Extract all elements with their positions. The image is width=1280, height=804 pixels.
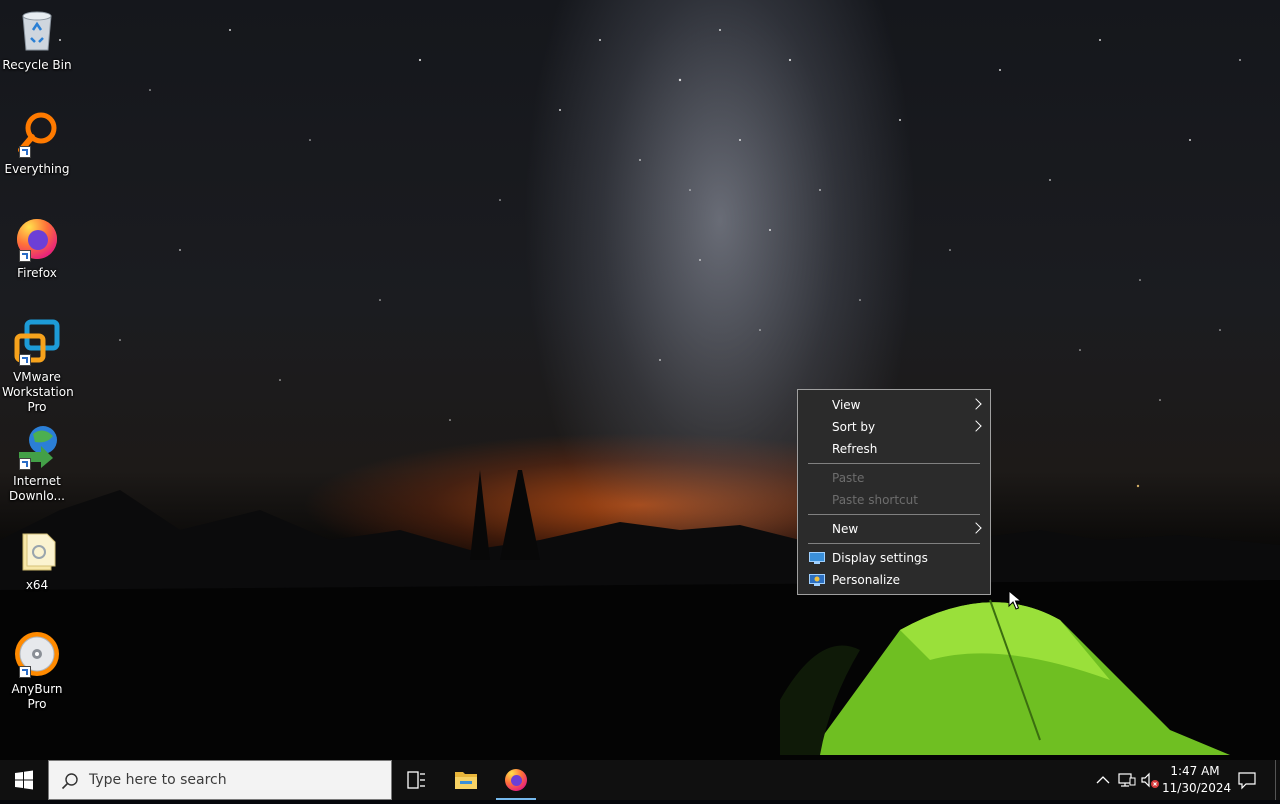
desktop-icon-label: AnyBurn Pro: [11, 682, 63, 711]
search-icon: [61, 773, 78, 790]
taskbar: Type here to search 1:47 AM 11/30/2024: [0, 760, 1280, 800]
clock-time: 1:47 AM: [1170, 764, 1220, 778]
menu-separator: [808, 543, 980, 544]
menu-item-new[interactable]: New: [798, 518, 990, 540]
file-explorer-button[interactable]: [442, 760, 490, 800]
menu-item-label: Sort by: [832, 420, 876, 434]
clock-date: 11/30/2024: [1162, 781, 1232, 795]
firefox-taskbar-button[interactable]: [492, 760, 540, 800]
menu-separator: [808, 463, 980, 464]
search-placeholder: Type here to search: [89, 772, 227, 788]
chevron-right-icon: [970, 420, 982, 432]
taskbar-search-box[interactable]: Type here to search: [48, 760, 392, 800]
folder-icon: [13, 526, 61, 574]
shortcut-arrow-icon: [19, 146, 31, 158]
show-desktop-button[interactable]: [1275, 760, 1280, 800]
menu-item-sort-by[interactable]: Sort by: [798, 416, 990, 438]
menu-separator: [808, 514, 980, 515]
desktop-wallpaper[interactable]: [0, 0, 1280, 760]
desktop-icon-anyburn[interactable]: AnyBurn Pro: [2, 624, 72, 712]
menu-item-label: View: [832, 398, 861, 412]
menu-item-personalize[interactable]: Personalize: [798, 569, 990, 591]
desktop-icon-label: VMware Workstation Pro: [2, 370, 74, 414]
shortcut-arrow-icon: [19, 354, 31, 366]
menu-item-refresh[interactable]: Refresh: [798, 438, 990, 460]
menu-item-label: New: [832, 522, 859, 536]
chevron-right-icon: [970, 398, 982, 410]
task-view-button[interactable]: [392, 760, 440, 800]
mountain-silhouette: [0, 470, 1280, 760]
menu-item-label: Paste shortcut: [832, 493, 918, 507]
anyburn-disc-icon: [13, 630, 61, 678]
desktop-icon-label: x64: [25, 578, 49, 592]
desktop-icon-vmware[interactable]: VMware Workstation Pro: [2, 312, 74, 415]
menu-item-view[interactable]: View: [798, 394, 990, 416]
desktop-icon-internet-download-manager[interactable]: Internet Downlo...: [2, 416, 72, 504]
menu-item-label: Paste: [832, 471, 865, 485]
desktop-context-menu: View Sort by Refresh Paste Paste shortcu…: [797, 389, 991, 595]
desktop-icon-label: Recycle Bin: [2, 58, 72, 72]
start-button[interactable]: [0, 760, 48, 800]
everything-search-icon: [13, 110, 61, 158]
internet-download-manager-icon: [13, 422, 61, 470]
chevron-up-icon[interactable]: [1093, 770, 1113, 790]
menu-item-paste-shortcut: Paste shortcut: [798, 489, 990, 511]
menu-item-label: Display settings: [832, 551, 928, 565]
desktop-icon-everything[interactable]: Everything: [2, 104, 72, 177]
action-center-icon[interactable]: [1237, 770, 1257, 790]
shortcut-arrow-icon: [19, 666, 31, 678]
firefox-icon: [13, 214, 61, 262]
vmware-icon: [13, 318, 61, 366]
mouse-cursor-icon: [1008, 590, 1022, 610]
desktop-icon-x64-folder[interactable]: x64: [2, 520, 72, 593]
desktop-icon-firefox[interactable]: Firefox: [2, 208, 72, 281]
taskbar-clock[interactable]: 1:47 AM 11/30/2024: [1162, 763, 1232, 797]
windows-logo-icon: [15, 770, 33, 790]
desktop-icon-label: Internet Downlo...: [9, 474, 65, 503]
desktop-icon-recycle-bin[interactable]: Recycle Bin: [2, 0, 72, 73]
chevron-right-icon: [970, 522, 982, 534]
personalize-icon: [809, 574, 825, 586]
menu-item-label: Personalize: [832, 573, 901, 587]
menu-item-paste: Paste: [798, 467, 990, 489]
volume-muted-icon[interactable]: [1140, 770, 1160, 790]
shortcut-arrow-icon: [19, 458, 31, 470]
network-icon[interactable]: [1117, 770, 1137, 790]
display-settings-icon: [809, 552, 825, 564]
recycle-bin-icon: [13, 6, 61, 54]
task-view-icon: [407, 771, 425, 789]
desktop-icon-label: Everything: [4, 162, 70, 176]
shortcut-arrow-icon: [19, 250, 31, 262]
menu-item-label: Refresh: [832, 442, 878, 456]
firefox-icon: [505, 769, 527, 791]
file-explorer-icon: [455, 772, 477, 789]
menu-item-display-settings[interactable]: Display settings: [798, 547, 990, 569]
desktop-icon-label: Firefox: [17, 266, 57, 280]
